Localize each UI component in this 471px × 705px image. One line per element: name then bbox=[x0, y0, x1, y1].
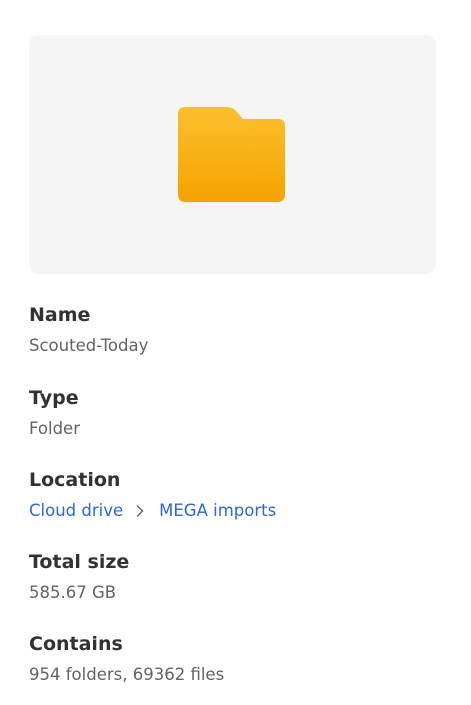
folder-icon bbox=[178, 107, 285, 202]
type-label: Type bbox=[29, 387, 79, 409]
breadcrumb-link-cloud-drive[interactable]: Cloud drive bbox=[29, 500, 123, 522]
location-label: Location bbox=[29, 469, 121, 491]
total-size-label: Total size bbox=[29, 551, 130, 573]
name-label: Name bbox=[29, 304, 91, 326]
preview-panel bbox=[29, 35, 436, 274]
location-breadcrumb: Cloud drive MEGA imports bbox=[29, 500, 276, 522]
total-size-value: 585.67 GB bbox=[29, 583, 117, 602]
breadcrumb-link-mega-imports[interactable]: MEGA imports bbox=[159, 500, 276, 522]
total-size-field: Total size 585.67 GB bbox=[29, 550, 129, 604]
type-field: Type Folder bbox=[29, 386, 80, 440]
name-field: Name Scouted-Today bbox=[29, 303, 148, 357]
location-field: Location Cloud drive MEGA imports bbox=[29, 468, 276, 522]
contains-label: Contains bbox=[29, 633, 123, 655]
name-value: Scouted-Today bbox=[29, 336, 149, 355]
contains-field: Contains 954 folders, 69362 files bbox=[29, 632, 224, 686]
type-value: Folder bbox=[29, 419, 80, 438]
chevron-right-icon bbox=[128, 500, 154, 522]
contains-value: 954 folders, 69362 files bbox=[29, 665, 225, 684]
